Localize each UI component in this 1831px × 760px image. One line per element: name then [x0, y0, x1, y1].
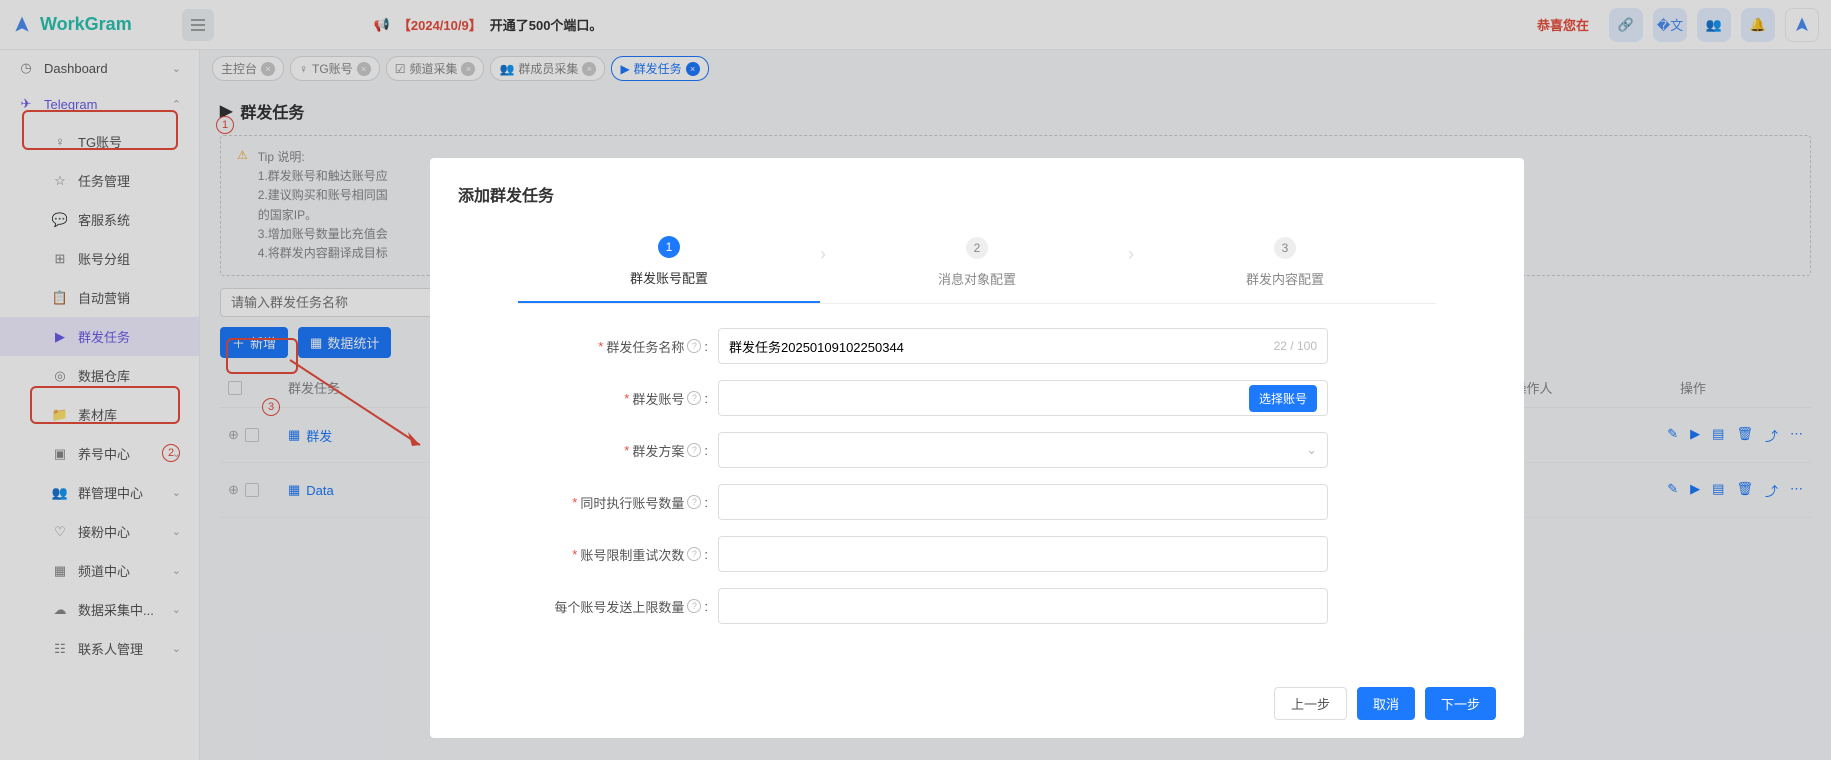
step-3[interactable]: 3群发内容配置 — [1134, 237, 1436, 302]
step-indicator: 1群发账号配置 › 2消息对象配置 › 3群发内容配置 — [518, 236, 1436, 304]
char-counter: 22 / 100 — [1274, 339, 1317, 353]
step-label: 消息对象配置 — [826, 269, 1128, 288]
limit-label: 每个账号发送上限数量?: — [518, 597, 718, 616]
plan-label: *群发方案?: — [518, 441, 718, 460]
concurrent-input[interactable] — [718, 484, 1328, 520]
task-name-input-wrapper: 22 / 100 — [718, 328, 1328, 364]
step-label: 群发内容配置 — [1134, 269, 1436, 288]
task-name-label: *群发任务名称?: — [518, 337, 718, 356]
retry-input[interactable] — [718, 536, 1328, 572]
step-label: 群发账号配置 — [518, 268, 820, 287]
chevron-down-icon: ⌄ — [1306, 442, 1317, 458]
step-1[interactable]: 1群发账号配置 — [518, 236, 820, 303]
modal-footer: 上一步 取消 下一步 — [458, 687, 1496, 720]
help-icon[interactable]: ? — [687, 391, 701, 405]
modal-title: 添加群发任务 — [458, 182, 1496, 206]
cancel-button[interactable]: 取消 — [1357, 687, 1415, 720]
account-input-wrapper: 选择账号 — [718, 380, 1328, 416]
step-2[interactable]: 2消息对象配置 — [826, 237, 1128, 302]
retry-label: *账号限制重试次数?: — [518, 545, 718, 564]
task-name-input[interactable] — [729, 339, 1274, 354]
help-icon[interactable]: ? — [687, 547, 701, 561]
plan-select[interactable]: ⌄ — [718, 432, 1328, 468]
help-icon[interactable]: ? — [687, 599, 701, 613]
add-task-modal: 添加群发任务 1群发账号配置 › 2消息对象配置 › 3群发内容配置 *群发任务… — [430, 158, 1524, 738]
next-button[interactable]: 下一步 — [1425, 687, 1496, 720]
account-label: *群发账号?: — [518, 389, 718, 408]
modal-form: *群发任务名称?: 22 / 100 *群发账号?: 选择账号 *群发方案?: … — [518, 328, 1436, 640]
limit-input[interactable] — [718, 588, 1328, 624]
prev-button[interactable]: 上一步 — [1274, 687, 1347, 720]
help-icon[interactable]: ? — [687, 443, 701, 457]
select-account-button[interactable]: 选择账号 — [1249, 385, 1317, 412]
concurrent-label: *同时执行账号数量?: — [518, 493, 718, 512]
help-icon[interactable]: ? — [687, 495, 701, 509]
help-icon[interactable]: ? — [687, 339, 701, 353]
